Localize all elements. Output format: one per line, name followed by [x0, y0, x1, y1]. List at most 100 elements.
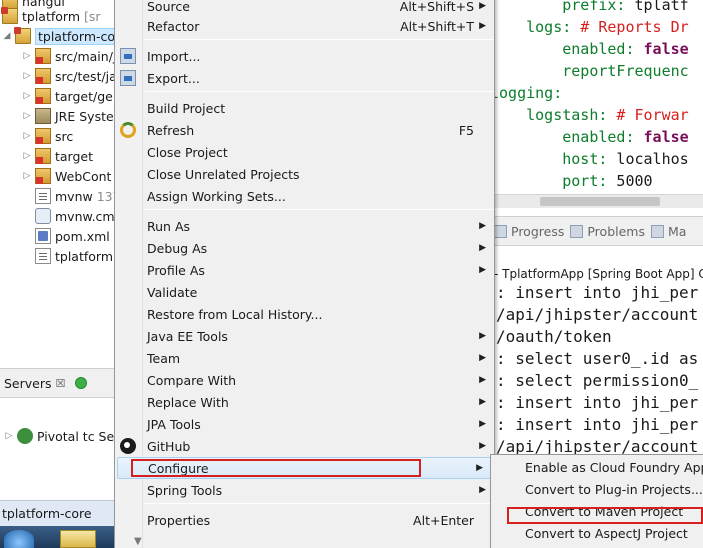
tree-row-tplatform[interactable]: tplatform [sr — [1, 6, 101, 26]
folder-icon[interactable] — [60, 530, 96, 548]
menu-item-import[interactable]: Import... — [115, 45, 494, 67]
close-icon[interactable]: ☒ — [56, 377, 66, 390]
markers-icon — [650, 224, 664, 238]
tree-row-src-test[interactable]: ▷ src/test/ja — [22, 66, 114, 86]
spring-icon[interactable] — [75, 377, 88, 389]
collapsed-triangle-icon[interactable]: ▷ — [22, 51, 32, 61]
menu-item-close-project[interactable]: Close Project — [115, 141, 494, 163]
menu-separator — [145, 209, 494, 210]
menu-item-github[interactable]: GitHub ▶ — [115, 435, 494, 457]
file-icon — [35, 248, 51, 264]
tree-row-target[interactable]: ▷ target — [22, 146, 93, 166]
collapsed-triangle-icon[interactable]: ▷ — [22, 111, 32, 121]
tree-label: JRE Syste — [55, 108, 114, 124]
tree-row-tplatform-core[interactable]: ◢ tplatform-co — [2, 26, 114, 46]
menu-item-java-ee-tools[interactable]: Java EE Tools ▶ — [115, 325, 494, 347]
tree-label: src/main/j — [55, 48, 114, 64]
menu-item-profile-as[interactable]: Profile As ▶ — [115, 259, 494, 281]
menu-item-refresh[interactable]: Refresh F5 — [115, 119, 494, 141]
tree-row-mvnw-cmd[interactable]: mvnw.cmd — [35, 206, 114, 226]
submenu-item-convert-aspectj[interactable]: Convert to AspectJ Project — [491, 522, 703, 544]
tree-row-pom-xml[interactable]: pom.xml — [35, 226, 110, 246]
menu-separator — [145, 91, 494, 92]
script-file-icon — [35, 208, 51, 224]
tree-label: target/ge — [55, 88, 113, 104]
tree-row-src-main[interactable]: ▷ src/main/j — [22, 46, 114, 66]
tree-label: mvnw.cmd — [55, 208, 114, 224]
console-line: : select permission0_ — [496, 371, 699, 390]
refresh-icon — [120, 122, 136, 138]
collapsed-triangle-icon[interactable]: ▷ — [22, 151, 32, 161]
project-context-menu: Source Alt+Shift+S ▶ Refactor Alt+Shift+… — [114, 0, 495, 548]
console-line: /oauth/token — [496, 327, 612, 346]
server-row[interactable]: ▷ Pivotal tc Ser — [4, 426, 119, 446]
collapsed-triangle-icon[interactable]: ▷ — [22, 171, 32, 181]
source-folder-icon — [35, 48, 51, 64]
start-button-icon[interactable] — [4, 530, 34, 548]
submenu-arrow-icon: ▶ — [479, 21, 486, 31]
tree-row-target-generated[interactable]: ▷ target/ge — [22, 86, 113, 106]
submenu-arrow-icon: ▶ — [479, 375, 486, 385]
yaml-editor[interactable]: prefix: tplatf logs: # Reports Dr enable… — [490, 0, 703, 198]
submenu-arrow-icon: ▶ — [479, 485, 486, 495]
project-icon — [1, 7, 18, 24]
menu-item-run-as[interactable]: Run As ▶ — [115, 215, 494, 237]
tree-label: pom.xml — [55, 228, 110, 244]
submenu-arrow-icon: ▶ — [476, 463, 483, 473]
menu-separator — [145, 39, 494, 40]
tree-label: src — [55, 128, 74, 144]
tab-problems[interactable]: Problems — [570, 224, 645, 239]
menu-item-build-project[interactable]: Build Project — [115, 97, 494, 119]
menu-scroll-down-icon[interactable]: ▼ — [134, 536, 142, 547]
menu-item-spring-tools[interactable]: Spring Tools ▶ — [115, 479, 494, 501]
code-line: enabled: false — [562, 40, 689, 58]
submenu-arrow-icon: ▶ — [479, 1, 486, 11]
folder-icon — [35, 168, 51, 184]
menu-item-assign-working-sets[interactable]: Assign Working Sets... — [115, 185, 494, 207]
menu-item-validate[interactable]: Validate — [115, 281, 494, 303]
configure-submenu: Enable as Cloud Foundry App Convert to P… — [490, 454, 703, 548]
submenu-item-convert-plugin[interactable]: Convert to Plug-in Projects... — [491, 478, 703, 500]
tc-server-icon — [17, 428, 33, 444]
tab-progress[interactable]: Progress — [494, 224, 564, 239]
export-icon — [120, 70, 136, 86]
menu-item-team[interactable]: Team ▶ — [115, 347, 494, 369]
menu-item-refactor[interactable]: Refactor Alt+Shift+T ▶ — [115, 15, 494, 37]
menu-item-restore-local-history[interactable]: Restore from Local History... — [115, 303, 494, 325]
status-project-label: tplatform-core — [2, 506, 92, 521]
tree-row-mvnw[interactable]: mvnw 137 — [35, 186, 114, 206]
scrollbar-thumb[interactable] — [540, 197, 660, 206]
menu-item-jpa-tools[interactable]: JPA Tools ▶ — [115, 413, 494, 435]
collapsed-triangle-icon[interactable]: ▷ — [22, 131, 32, 141]
tree-label: tplatform — [22, 8, 81, 24]
tree-row-src[interactable]: ▷ src — [22, 126, 73, 146]
collapsed-triangle-icon[interactable]: ▷ — [22, 71, 32, 81]
problems-icon — [570, 224, 584, 238]
code-line: logstash: # Forwar — [526, 106, 689, 124]
submenu-item-enable-cloud-foundry[interactable]: Enable as Cloud Foundry App — [491, 456, 703, 478]
code-line: host: localhos — [562, 150, 689, 168]
menu-item-debug-as[interactable]: Debug As ▶ — [115, 237, 494, 259]
tree-label: mvnw — [55, 188, 93, 204]
tab-markers[interactable]: Ma — [650, 224, 686, 239]
menu-item-compare-with[interactable]: Compare With ▶ — [115, 369, 494, 391]
progress-icon — [494, 224, 507, 238]
menu-item-export[interactable]: Export... — [115, 67, 494, 89]
console-tab-bar: Progress Problems Ma — [490, 216, 703, 246]
collapsed-triangle-icon[interactable]: ▷ — [22, 91, 32, 101]
editor-horizontal-scrollbar[interactable] — [490, 194, 703, 208]
tree-label: target — [55, 148, 94, 164]
collapsed-triangle-icon[interactable]: ▷ — [4, 431, 14, 441]
tree-row-jre-system[interactable]: ▷ JRE Syste — [22, 106, 114, 126]
menu-item-close-unrelated-projects[interactable]: Close Unrelated Projects — [115, 163, 494, 185]
tab-servers[interactable]: Servers ☒ — [0, 376, 69, 391]
expanded-triangle-icon[interactable]: ◢ — [2, 31, 12, 41]
tree-row-webcontent[interactable]: ▷ WebCont — [22, 166, 111, 186]
tree-label: tplatform — [55, 248, 114, 264]
tree-row-tplatform-file[interactable]: tplatform — [35, 246, 113, 266]
menu-item-properties[interactable]: Properties Alt+Enter — [115, 509, 494, 531]
menu-separator — [145, 503, 494, 504]
code-line: logs: # Reports Dr — [526, 18, 689, 36]
console-output[interactable]: : insert into jhi_per /api/jhipster/acco… — [490, 284, 703, 454]
menu-item-replace-with[interactable]: Replace With ▶ — [115, 391, 494, 413]
